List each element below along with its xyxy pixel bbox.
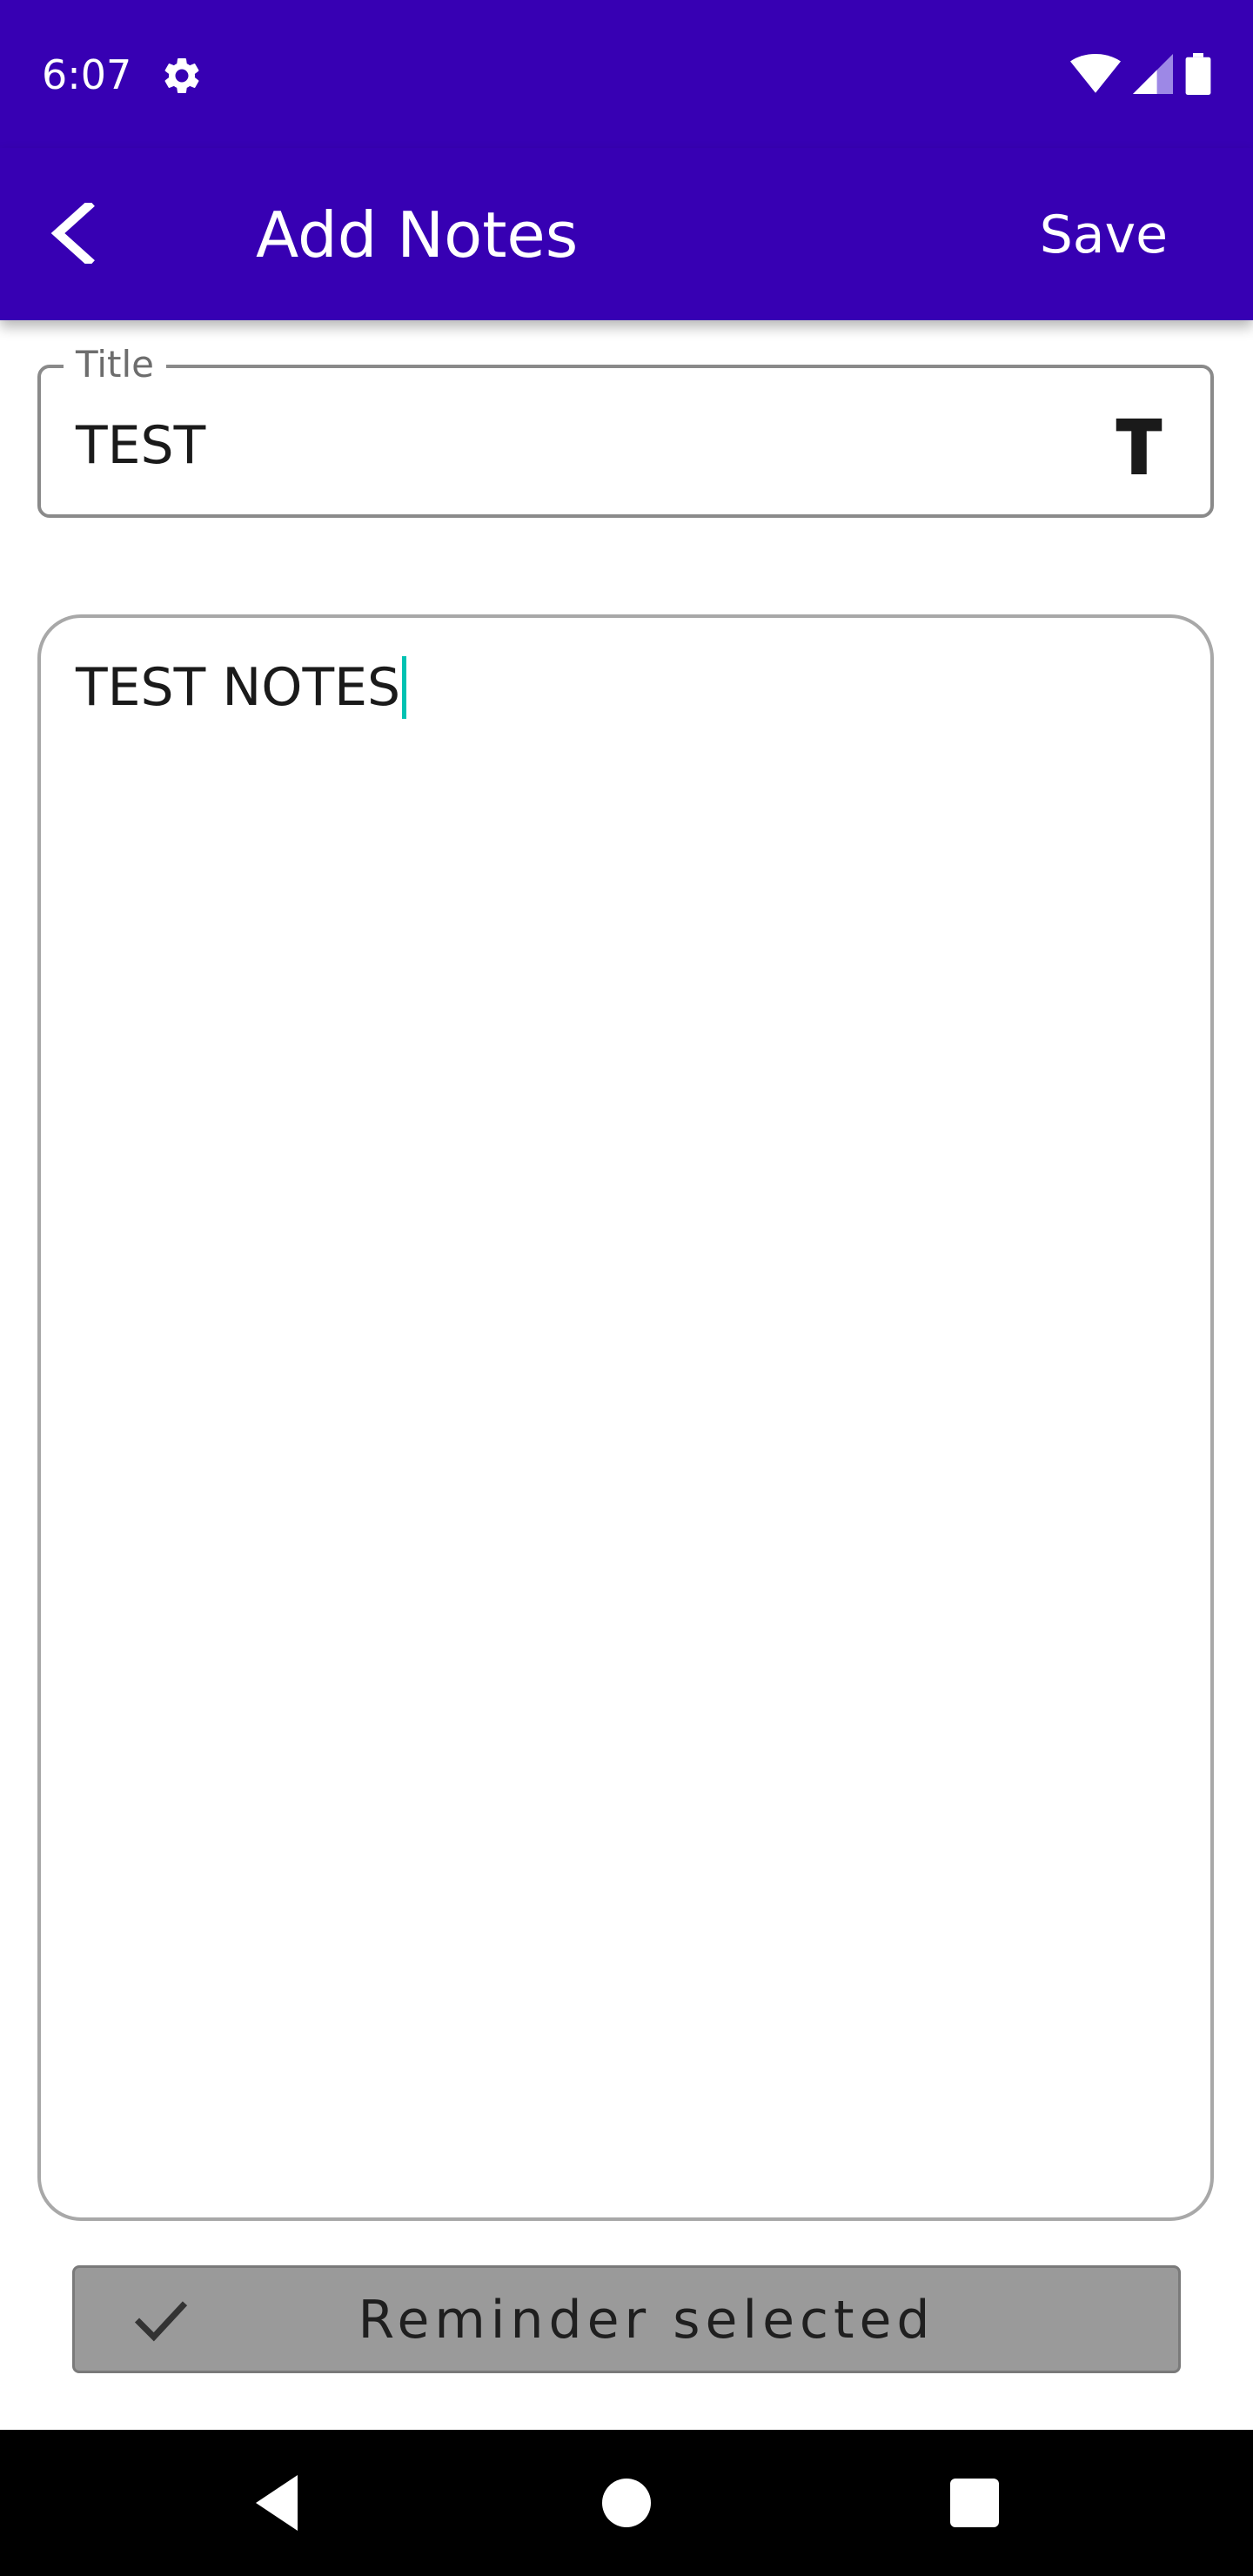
back-triangle-icon[interactable] (242, 2468, 312, 2538)
system-nav-bar (0, 2430, 1253, 2576)
notes-text-line[interactable]: TEST NOTES (76, 653, 407, 722)
save-button[interactable]: Save (1040, 200, 1168, 270)
status-indicators (1070, 52, 1211, 96)
text-cursor (402, 656, 407, 719)
notes-field[interactable]: TEST NOTES (37, 614, 1214, 2221)
home-circle-icon[interactable] (592, 2468, 661, 2538)
status-time: 6:07 (42, 51, 132, 98)
app-bar: Add Notes Save (0, 148, 1253, 320)
status-bar: 6:07 (0, 0, 1253, 148)
recents-square-icon[interactable] (940, 2468, 1009, 2538)
reminder-button-label: Reminder selected (358, 2290, 935, 2351)
add-notes-screen: 6:07 Add Notes Save Title TEST TEST NOTE… (0, 0, 1253, 2576)
wifi-icon (1070, 54, 1121, 93)
page-title: Add Notes (256, 198, 579, 272)
notes-input[interactable]: TEST NOTES (76, 653, 400, 722)
title-input[interactable]: TEST (76, 413, 205, 478)
reminder-button[interactable]: Reminder selected (72, 2265, 1181, 2373)
title-field-label: Title (64, 342, 167, 387)
cell-signal-icon (1133, 54, 1173, 94)
title-field[interactable]: Title TEST (37, 342, 1214, 518)
text-format-icon[interactable] (1113, 413, 1165, 474)
chevron-left-icon (50, 203, 95, 264)
back-button[interactable] (31, 191, 115, 275)
battery-icon (1185, 53, 1211, 95)
settings-gear-icon (164, 57, 199, 93)
